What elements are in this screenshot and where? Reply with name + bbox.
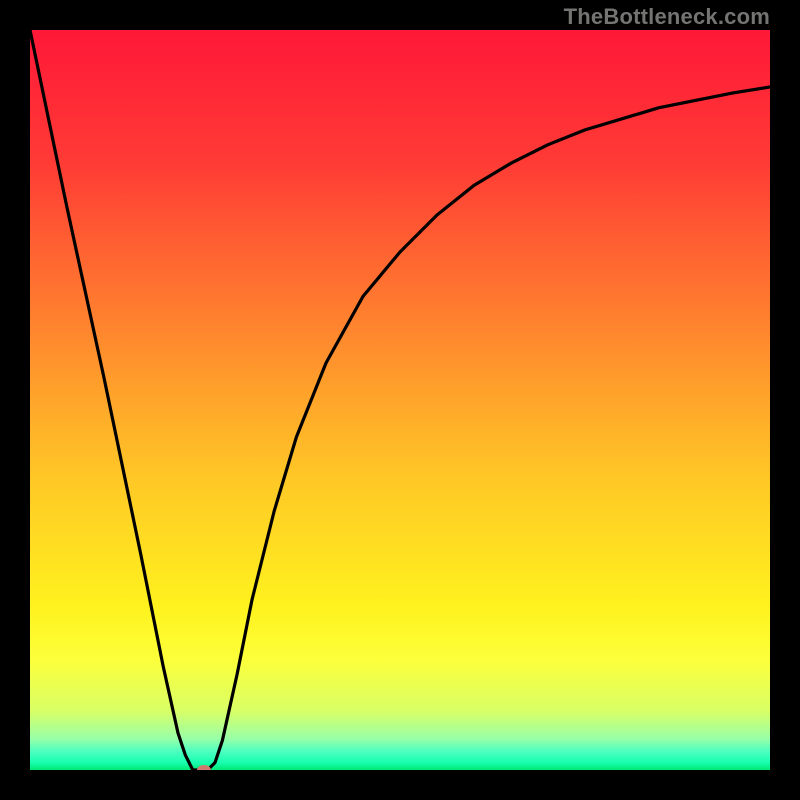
watermark-text: TheBottleneck.com (564, 4, 770, 30)
chart-frame: TheBottleneck.com (0, 0, 800, 800)
plot-area (30, 30, 770, 770)
bottleneck-curve (30, 30, 770, 770)
minimum-marker (197, 765, 211, 770)
